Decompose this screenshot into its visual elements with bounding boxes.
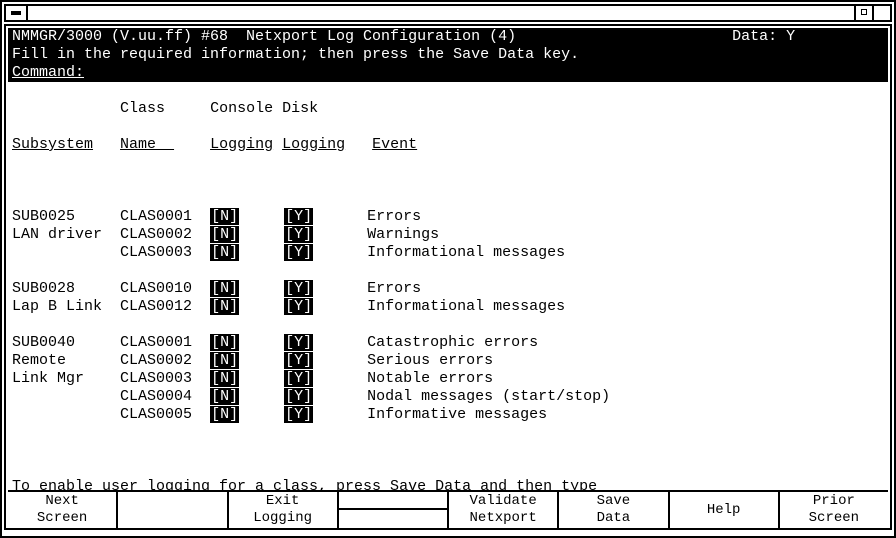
- console-logging-field[interactable]: [N]: [210, 370, 239, 387]
- data-flag: Data: Y: [732, 28, 795, 45]
- col-header-1: Class Console Disk: [12, 100, 884, 118]
- subsystem-cell: LAN driver: [12, 226, 102, 243]
- event-cell: Serious errors: [367, 352, 493, 369]
- maximize-box[interactable]: [872, 6, 890, 20]
- disk-logging-field[interactable]: [Y]: [284, 388, 313, 405]
- event-cell: Informative messages: [367, 406, 547, 423]
- disk-logging-field[interactable]: [Y]: [284, 280, 313, 297]
- disk-logging-field[interactable]: [Y]: [284, 352, 313, 369]
- event-cell: Nodal messages (start/stop): [367, 388, 610, 405]
- class-name-cell: CLAS0004: [120, 388, 192, 405]
- console-logging-field[interactable]: [N]: [210, 388, 239, 405]
- class-name-cell: CLAS0012: [120, 298, 192, 315]
- subsystem-cell: SUB0025: [12, 208, 102, 225]
- log-row: SUB0025 CLAS0001 [N] [Y] Errors: [12, 208, 884, 226]
- minimize-box[interactable]: [854, 6, 872, 20]
- event-cell: Errors: [367, 208, 421, 225]
- f4-blank[interactable]: [339, 492, 449, 528]
- f8-prior-screen[interactable]: PriorScreen: [780, 492, 888, 528]
- header-line-1: NMMGR/3000 (V.uu.ff) #68 Netxport Log Co…: [8, 28, 888, 46]
- command-label: Command:: [8, 64, 888, 82]
- class-name-cell: CLAS0003: [120, 244, 192, 261]
- class-name-cell: CLAS0002: [120, 352, 192, 369]
- log-row: SUB0028 CLAS0010 [N] [Y] Errors: [12, 280, 884, 298]
- log-row: CLAS0004 [N] [Y] Nodal messages (start/s…: [12, 388, 884, 406]
- titlebar: [4, 4, 892, 22]
- subsystem-cell: [12, 406, 102, 423]
- console-logging-field[interactable]: [N]: [210, 280, 239, 297]
- log-row: SUB0040 CLAS0001 [N] [Y] Catastrophic er…: [12, 334, 884, 352]
- col-header-2: Subsystem Name Logging Logging Event: [12, 136, 884, 154]
- window-frame: NMMGR/3000 (V.uu.ff) #68 Netxport Log Co…: [0, 0, 896, 538]
- f2-blank[interactable]: [118, 492, 228, 528]
- event-cell: Informational messages: [367, 298, 565, 315]
- f5-validate-netxport[interactable]: ValidateNetxport: [449, 492, 559, 528]
- log-row: CLAS0003 [N] [Y] Informational messages: [12, 244, 884, 262]
- class-name-cell: CLAS0005: [120, 406, 192, 423]
- disk-logging-field[interactable]: [Y]: [284, 298, 313, 315]
- disk-logging-field[interactable]: [Y]: [284, 244, 313, 261]
- subsystem-cell: [12, 244, 102, 261]
- log-row: CLAS0005 [N] [Y] Informative messages: [12, 406, 884, 424]
- f6-save-data[interactable]: SaveData: [559, 492, 669, 528]
- event-cell: Catastrophic errors: [367, 334, 538, 351]
- log-row: Lap B Link CLAS0012 [N] [Y] Informationa…: [12, 298, 884, 316]
- console-logging-field[interactable]: [N]: [210, 352, 239, 369]
- log-row: Remote CLAS0002 [N] [Y] Serious errors: [12, 352, 884, 370]
- event-cell: Warnings: [367, 226, 439, 243]
- subsystem-cell: Remote: [12, 352, 102, 369]
- log-row: LAN driver CLAS0002 [N] [Y] Warnings: [12, 226, 884, 244]
- work-area: Class Console Disk Subsystem Name Loggin…: [8, 82, 888, 490]
- subsystem-cell: SUB0028: [12, 280, 102, 297]
- class-name-cell: CLAS0003: [120, 370, 192, 387]
- f3-exit-logging[interactable]: ExitLogging: [229, 492, 339, 528]
- class-name-cell: CLAS0010: [120, 280, 192, 297]
- disk-logging-field[interactable]: [Y]: [284, 334, 313, 351]
- event-cell: Notable errors: [367, 370, 493, 387]
- console-logging-field[interactable]: [N]: [210, 406, 239, 423]
- subsystem-cell: Lap B Link: [12, 298, 102, 315]
- softkey-row: NextScreen ExitLogging ValidateNetxport …: [8, 490, 888, 528]
- disk-logging-field[interactable]: [Y]: [284, 208, 313, 225]
- console-logging-field[interactable]: [N]: [210, 226, 239, 243]
- class-name-cell: CLAS0001: [120, 208, 192, 225]
- subsystem-cell: [12, 388, 102, 405]
- disk-logging-field[interactable]: [Y]: [284, 406, 313, 423]
- subsystem-cell: Link Mgr: [12, 370, 102, 387]
- event-cell: Informational messages: [367, 244, 565, 261]
- system-menu-icon[interactable]: [6, 6, 28, 20]
- console-logging-field[interactable]: [N]: [210, 244, 239, 261]
- event-cell: Errors: [367, 280, 421, 297]
- console-logging-field[interactable]: [N]: [210, 208, 239, 225]
- terminal-area: NMMGR/3000 (V.uu.ff) #68 Netxport Log Co…: [4, 24, 892, 530]
- disk-logging-field[interactable]: [Y]: [284, 226, 313, 243]
- note-line-1: To enable user logging for a class, pres…: [12, 478, 884, 490]
- log-row: Link Mgr CLAS0003 [N] [Y] Notable errors: [12, 370, 884, 388]
- subsystem-cell: SUB0040: [12, 334, 102, 351]
- class-name-cell: CLAS0001: [120, 334, 192, 351]
- command-prompt[interactable]: Command:: [12, 64, 84, 81]
- class-name-cell: CLAS0002: [120, 226, 192, 243]
- f1-next-screen[interactable]: NextScreen: [8, 492, 118, 528]
- f7-help[interactable]: Help: [670, 492, 780, 528]
- disk-logging-field[interactable]: [Y]: [284, 370, 313, 387]
- header-instruction: Fill in the required information; then p…: [8, 46, 888, 64]
- screen-title: NMMGR/3000 (V.uu.ff) #68 Netxport Log Co…: [12, 28, 516, 45]
- console-logging-field[interactable]: [N]: [210, 334, 239, 351]
- console-logging-field[interactable]: [N]: [210, 298, 239, 315]
